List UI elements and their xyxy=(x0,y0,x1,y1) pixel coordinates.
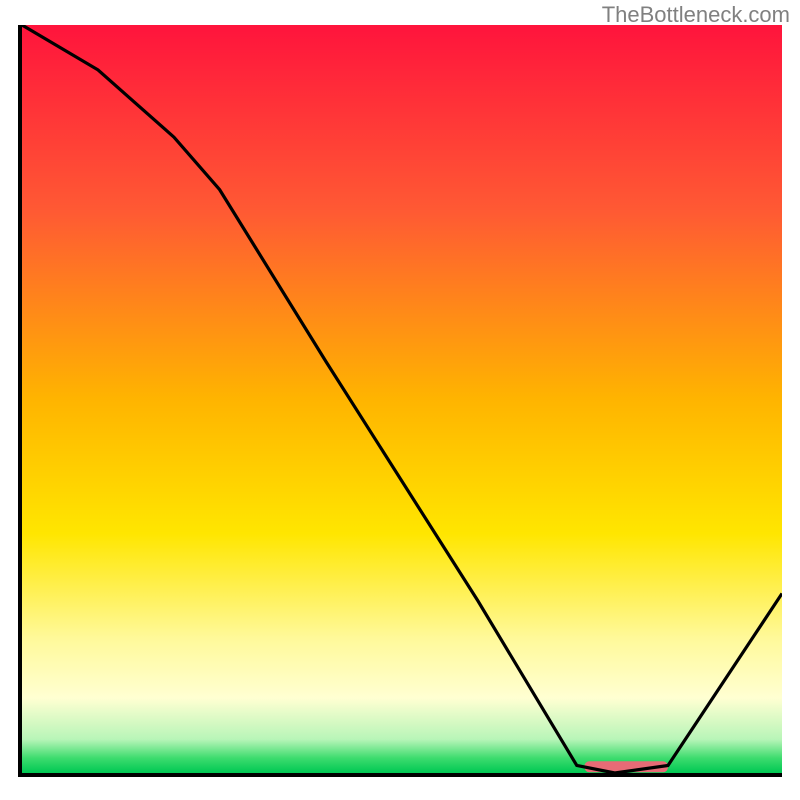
chart-svg xyxy=(22,25,782,773)
chart-plot-area xyxy=(18,25,782,777)
chart-container: TheBottleneck.com xyxy=(0,0,800,800)
watermark-text: TheBottleneck.com xyxy=(602,2,790,28)
bottleneck-curve-line xyxy=(22,25,782,773)
